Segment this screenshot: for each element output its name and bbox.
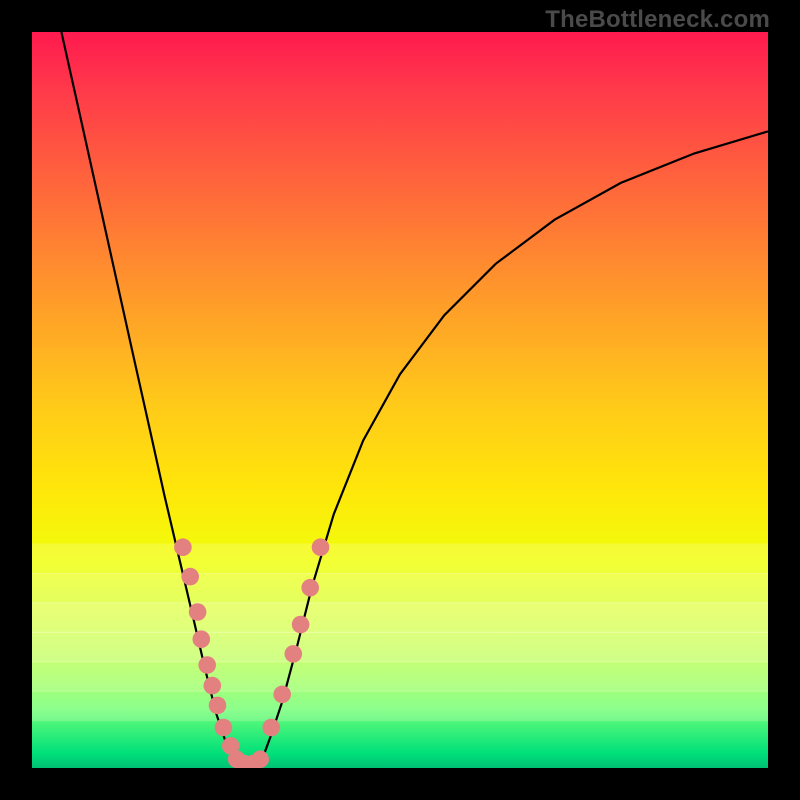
chart-svg — [32, 32, 768, 768]
bright-strip — [32, 661, 768, 691]
data-dot — [181, 568, 199, 586]
data-dot — [285, 645, 303, 663]
data-dot — [312, 538, 330, 556]
data-dot — [292, 616, 310, 634]
data-dot — [189, 603, 207, 621]
chart-frame: TheBottleneck.com — [0, 0, 800, 800]
plot-area — [32, 32, 768, 768]
bright-strip — [32, 691, 768, 721]
data-dot — [193, 630, 211, 648]
data-dot — [215, 719, 233, 737]
data-dot — [174, 538, 192, 556]
bright-bands — [32, 544, 768, 722]
data-dot — [262, 719, 280, 737]
bright-strip — [32, 602, 768, 632]
data-dot — [273, 686, 291, 704]
data-dot — [204, 677, 222, 695]
data-dot — [209, 697, 227, 715]
data-dot — [198, 656, 216, 674]
bright-strip — [32, 632, 768, 662]
data-dot — [251, 750, 269, 768]
bright-strip — [32, 573, 768, 603]
bright-strip — [32, 544, 768, 574]
watermark-text: TheBottleneck.com — [545, 6, 770, 34]
data-dot — [301, 579, 319, 597]
